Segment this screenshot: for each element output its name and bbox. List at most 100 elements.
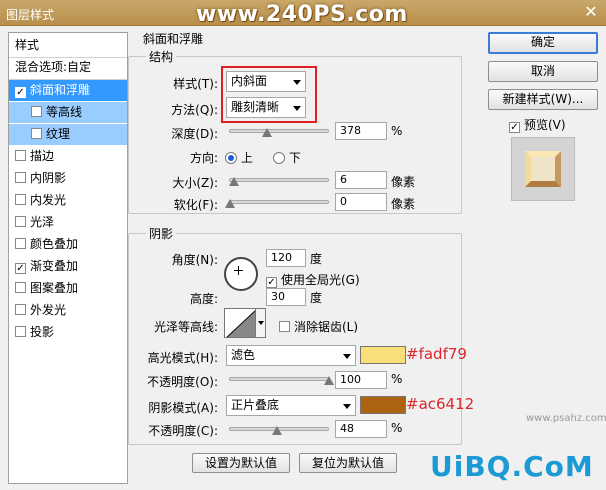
angle-input[interactable]: 120 [266,249,306,267]
highlight-opacity-slider[interactable] [229,373,334,385]
radio-down-label: 下 [288,151,301,165]
soften-input[interactable]: 0 [335,193,387,211]
depth-unit: % [391,124,403,138]
checkbox-preview[interactable]: ✓ [509,122,520,133]
checkbox-inner-glow[interactable] [15,194,26,205]
list-item-inner-shadow[interactable]: 内阴影 [9,168,127,189]
reset-default-button[interactable]: 复位为默认值 [299,453,397,473]
checkbox-antialias[interactable] [279,321,290,332]
shadow-mode-value: 正片叠底 [231,398,280,412]
list-item-inner-glow[interactable]: 内发光 [9,190,127,211]
list-item-satin[interactable]: 光泽 [9,212,127,233]
list-item-gradient-overlay[interactable]: ✓ 渐变叠加 [9,256,127,277]
angle-unit: 度 [310,252,323,266]
size-unit: 像素 [391,175,416,189]
checkbox-outer-glow[interactable] [15,304,26,315]
altitude-unit: 度 [310,291,323,305]
ok-button[interactable]: 确定 [488,32,598,54]
list-item-texture[interactable]: 纹理 [9,124,127,145]
size-slider[interactable] [229,174,329,186]
slider-track [229,377,329,381]
radio-up[interactable] [225,152,237,164]
antialias-label: 消除锯齿(L) [294,320,359,334]
list-item-label: 纹理 [46,127,71,141]
global-light-checkbox[interactable]: ✓ 使用全局光(G) [266,271,360,288]
altitude-input[interactable]: 30 [266,288,306,306]
slider-track [229,129,329,133]
direction-up[interactable]: 上 [225,149,253,166]
checkbox-satin[interactable] [15,216,26,227]
list-item-label: 等高线 [46,105,83,119]
soften-slider[interactable] [225,196,329,208]
altitude-label: 高度: [189,292,218,306]
list-item-label: 投影 [30,325,55,339]
close-button[interactable]: ✕ [582,4,600,21]
shadow-hex-annotation: #ac6412 [406,395,475,413]
size-input[interactable]: 6 [335,171,387,189]
checkbox-contour[interactable] [31,106,42,117]
style-list: 样式 混合选项:自定 ✓ 斜面和浮雕 等高线 纹理 描边 内阴影 内发光 光泽 颜… [8,32,128,484]
list-item-drop-shadow[interactable]: 投影 [9,322,127,343]
list-item-outer-glow[interactable]: 外发光 [9,300,127,321]
window-title: 图层样式 [6,8,55,22]
list-item-label: 图案叠加 [30,281,79,295]
cancel-button[interactable]: 取消 [488,61,598,82]
bevel-preview-image [525,151,561,187]
shadow-mode-label: 阴影模式(A): [148,401,218,415]
shadow-color-swatch[interactable] [360,396,406,414]
radio-down[interactable] [273,152,285,164]
list-item-pattern-overlay[interactable]: 图案叠加 [9,278,127,299]
list-item-blend-options[interactable]: 混合选项:自定 [9,57,127,78]
list-header-styles[interactable]: 样式 [9,35,127,56]
highlight-mode-select[interactable]: 滤色 [226,345,356,366]
bevel-group-title: 斜面和浮雕 [140,30,207,47]
depth-slider[interactable] [229,125,329,137]
list-item-stroke[interactable]: 描边 [9,146,127,167]
direction-down[interactable]: 下 [273,149,301,166]
list-item-label: 渐变叠加 [30,259,79,273]
slider-thumb[interactable] [225,199,235,208]
shadow-opacity-slider[interactable] [229,423,329,435]
checkbox-pattern-overlay[interactable] [15,282,26,293]
opacity2-label: 不透明度(C): [148,424,218,438]
antialias-checkbox[interactable]: 消除锯齿(L) [279,318,358,335]
depth-input[interactable]: 378 [335,122,387,140]
shadow-opacity-input[interactable]: 48 [335,420,387,438]
highlight-opacity-input[interactable]: 100 [335,371,387,389]
crosshair-icon [238,266,239,275]
gloss-contour-label: 光泽等高线: [153,320,218,334]
list-item-label: 内阴影 [30,171,67,185]
checkbox-texture[interactable] [31,128,42,139]
list-item-color-overlay[interactable]: 颜色叠加 [9,234,127,255]
soften-label: 软化(F): [173,198,218,212]
contour-curve-icon [226,310,255,337]
checkbox-inner-shadow[interactable] [15,172,26,183]
list-item-label: 内发光 [30,193,67,207]
style-label: 样式(T): [173,77,218,91]
checkbox-drop-shadow[interactable] [15,326,26,337]
slider-track [229,200,329,204]
angle-dial[interactable] [224,257,258,291]
slider-thumb[interactable] [272,426,282,435]
size-label: 大小(Z): [172,176,218,190]
list-item-contour[interactable]: 等高线 [9,102,127,123]
list-item-bevel[interactable]: ✓ 斜面和浮雕 [9,80,127,101]
preview-checkbox[interactable]: ✓ 预览(V) [509,116,566,133]
slider-thumb[interactable] [229,177,239,186]
slider-thumb[interactable] [261,128,272,137]
watermark-bottom: UiBQ.CoM [430,450,594,483]
opacity1-unit: % [391,372,403,386]
checkbox-bevel[interactable]: ✓ [15,87,26,98]
highlight-color-swatch[interactable] [360,346,406,364]
new-style-button[interactable]: 新建样式(W)... [488,89,598,110]
make-default-button[interactable]: 设置为默认值 [192,453,290,473]
slider-thumb[interactable] [324,376,334,385]
checkbox-gradient-overlay[interactable]: ✓ [15,263,26,274]
gloss-contour-dropdown[interactable] [256,308,266,338]
global-light-label: 使用全局光(G) [281,273,360,287]
checkbox-global-light[interactable]: ✓ [266,277,277,288]
shadow-mode-select[interactable]: 正片叠底 [226,395,356,416]
checkbox-color-overlay[interactable] [15,238,26,249]
gloss-contour-preview[interactable] [224,308,256,338]
checkbox-stroke[interactable] [15,150,26,161]
